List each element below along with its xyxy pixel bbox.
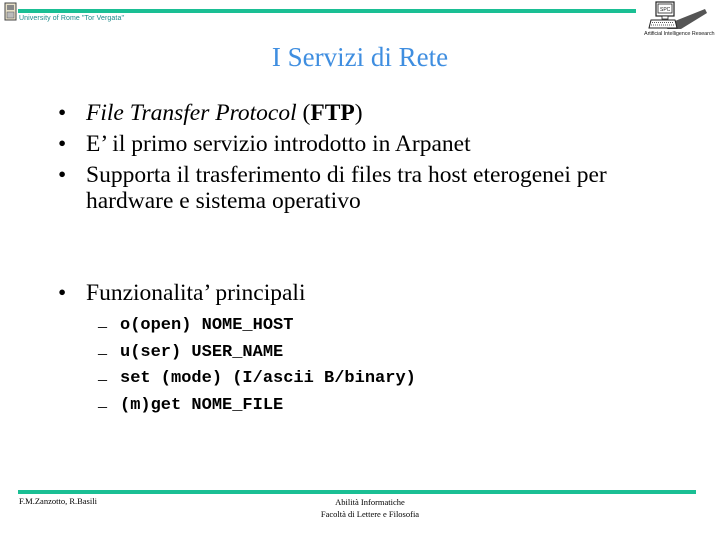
bullet-transfer: • Supporta il trasferimento di files tra…: [58, 162, 678, 214]
bullet-dot: •: [58, 280, 67, 306]
command-item: – o(open) NOME_HOST: [98, 313, 416, 340]
bullet-text: Funzionalita’ principali: [86, 280, 306, 306]
command-text: u(ser) USER_NAME: [120, 342, 284, 362]
dash: –: [98, 316, 107, 336]
header-rule: [18, 9, 636, 13]
command-text: (m)get NOME_FILE: [120, 395, 284, 415]
university-logo-icon: [4, 2, 17, 21]
dash: –: [98, 369, 107, 389]
command-item: – set (mode) (I/ascii B/binary): [98, 366, 416, 393]
ftp-full-name: File Transfer Protocol: [86, 100, 297, 126]
bullet-dot: •: [58, 100, 67, 126]
slide-title: I Servizi di Rete: [271, 42, 449, 72]
paren-open: (: [296, 100, 311, 126]
dash: –: [98, 342, 107, 363]
command-item: – u(ser) USER_NAME: [98, 340, 416, 367]
bullet-list: • File Transfer Protocol (FTP) • E’ il p…: [58, 100, 678, 219]
bullet-text: Supporta il trasferimento di files tra h…: [86, 162, 607, 214]
ftp-acronym: FTP: [310, 100, 355, 126]
ai-logo-caption: Artificial Intelligence Research: [644, 31, 715, 37]
command-item: – (m)get NOME_FILE: [98, 393, 416, 420]
bullet-text: E’ il primo servizio introdotto in Arpan…: [86, 131, 471, 157]
bullet-arpanet: • E’ il primo servizio introdotto in Arp…: [58, 131, 678, 157]
footer-course: Abilità Informatiche: [335, 497, 405, 507]
paren-close: ): [354, 100, 363, 126]
dash: –: [98, 395, 107, 416]
bullet-ftp: • File Transfer Protocol (FTP): [58, 100, 678, 126]
university-name: University of Rome "Tor Vergata": [19, 15, 125, 22]
footer-rule: [18, 490, 696, 494]
footer-authors: F.M.Zanzotto, R.Basili: [19, 496, 97, 506]
bullet-dot: •: [58, 162, 67, 188]
command-list: – o(open) NOME_HOST – u(ser) USER_NAME – se…: [98, 313, 416, 419]
logo-screen-label: SPC: [660, 7, 671, 13]
footer-course-info: Abilità Informatiche Facoltà di Lettere …: [290, 496, 450, 520]
command-text: set (mode) (I/ascii B/binary): [120, 369, 416, 388]
bullet-functions: • Funzionalita’ principali: [58, 280, 306, 306]
command-text: o(open) NOME_HOST: [120, 316, 294, 335]
footer-faculty: Facoltà di Lettere e Filosofia: [320, 509, 420, 519]
bullet-dot: •: [58, 131, 67, 157]
ai-research-logo-icon: SPC: [648, 1, 707, 29]
